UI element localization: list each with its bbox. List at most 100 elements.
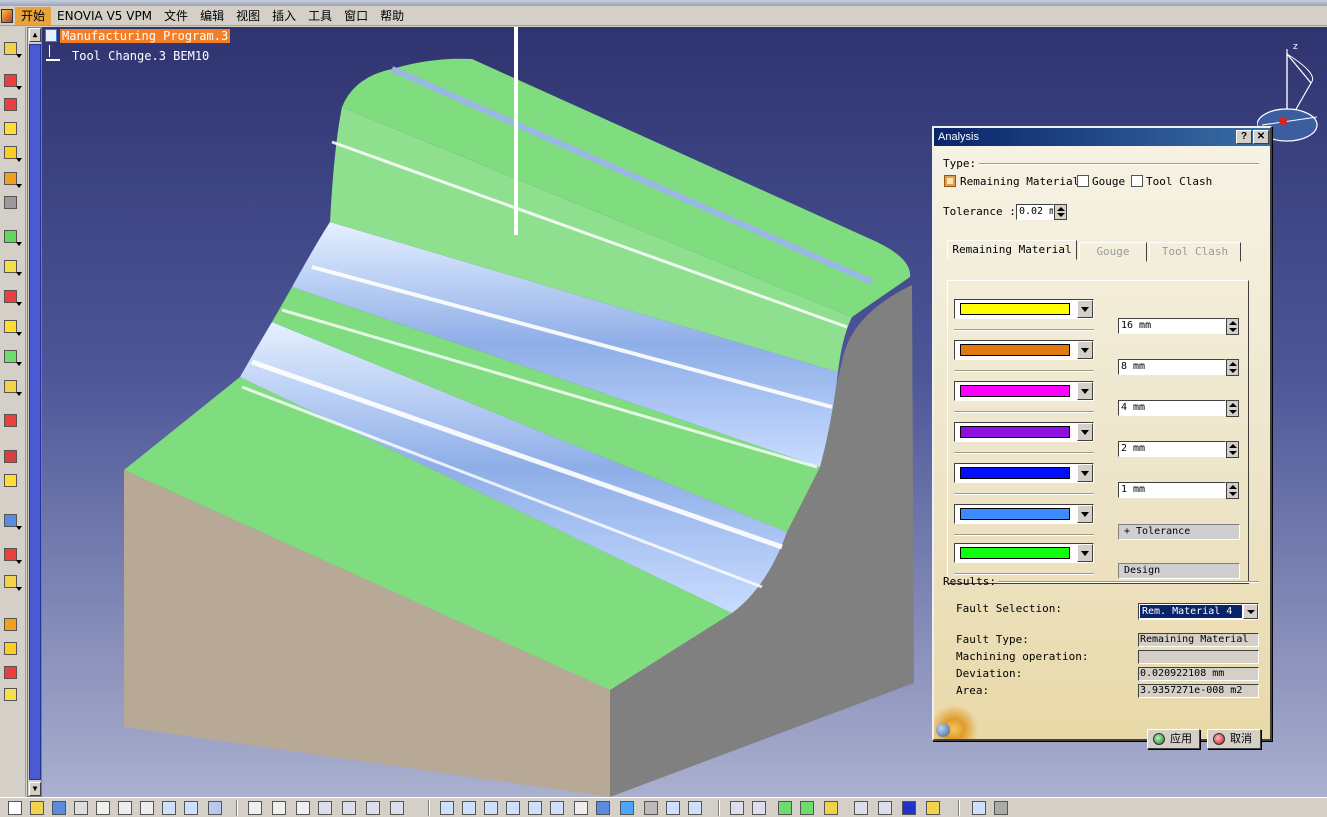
threshold-4-field[interactable]: 2 mm [1118,441,1240,458]
threshold-5-field[interactable]: 1 mm [1118,482,1240,499]
threshold-4-input[interactable]: 2 mm [1118,441,1226,457]
scrollbar-thumb[interactable] [29,44,41,780]
open-icon[interactable] [30,801,44,815]
scroll-up-icon[interactable]: ▲ [29,28,41,42]
pan-icon[interactable] [484,801,498,815]
mfg-view-icon[interactable] [800,801,814,815]
product-icon[interactable] [824,801,838,815]
redo-icon[interactable] [184,801,198,815]
gouge-checkbox[interactable] [1077,175,1089,187]
transition-icon[interactable] [1,447,23,467]
color-combo-6[interactable] [954,504,1094,524]
rotate-icon[interactable] [506,801,520,815]
new-icon[interactable] [8,801,22,815]
simulation-icon[interactable] [1,572,23,592]
pencil-icon[interactable] [1,257,23,277]
isoparametric-icon[interactable] [1,317,23,337]
photo-icon[interactable] [926,801,940,815]
contour-icon[interactable] [1,227,23,247]
chevron-down-icon[interactable] [1243,604,1258,619]
threshold-1-spinner[interactable] [1226,318,1239,335]
color-combo-1[interactable] [954,299,1094,319]
select-tool-icon[interactable] [1,39,23,59]
zlevel-icon[interactable] [1,193,23,213]
vertical-scrollbar[interactable]: ▲ ▼ [27,27,42,797]
chevron-down-icon[interactable] [1077,464,1093,482]
copy-transform-icon[interactable] [1,471,23,491]
compute-icon[interactable] [778,801,792,815]
chevron-down-icon[interactable] [1077,423,1093,441]
threshold-3-field[interactable]: 4 mm [1118,400,1240,417]
search-icon[interactable] [366,801,380,815]
tree-root-label[interactable]: Manufacturing Program.3 [60,29,231,43]
close-button[interactable]: ✕ [1253,130,1269,144]
iso-view-icon[interactable] [620,801,634,815]
tool-path-icon[interactable] [1,545,23,565]
cancel-button[interactable]: 取消 [1207,729,1261,749]
remove-icon[interactable] [854,801,868,815]
menu-view[interactable]: 视图 [230,7,266,25]
tolerance-input[interactable]: 0.02 mm [1016,204,1054,220]
nc-output-icon[interactable] [1,615,23,635]
swap-visible-icon[interactable] [688,801,702,815]
chevron-down-icon[interactable] [1077,544,1093,562]
threshold-4-spinner[interactable] [1226,441,1239,458]
fly-mode-icon[interactable] [440,801,454,815]
remaining-material-checkbox[interactable] [944,175,956,187]
settings-icon[interactable] [994,801,1008,815]
lock-icon[interactable] [296,801,310,815]
tree-root-node[interactable]: Manufacturing Program.3 [45,29,231,43]
threshold-3-spinner[interactable] [1226,400,1239,417]
tree-child-label[interactable]: Tool Change.3 BEM10 [72,49,209,63]
threshold-1-field[interactable]: 16 mm [1118,318,1240,335]
fit-all-icon[interactable] [462,801,476,815]
threshold-5-input[interactable]: 1 mm [1118,482,1226,498]
workbench-icon[interactable] [972,801,986,815]
tab-remaining-material[interactable]: Remaining Material [947,240,1077,260]
paste-icon[interactable] [140,801,154,815]
threshold-2-input[interactable]: 8 mm [1118,359,1226,375]
tool-clash-checkbox[interactable] [1131,175,1143,187]
scroll-down-icon[interactable]: ▼ [29,782,41,796]
menu-help[interactable]: 帮助 [374,7,410,25]
formula-icon[interactable] [248,801,262,815]
video-icon[interactable] [752,801,766,815]
table-icon[interactable] [318,801,332,815]
zoom-out-icon[interactable] [550,801,564,815]
feature-icon[interactable] [1,411,23,431]
threshold-2-spinner[interactable] [1226,359,1239,376]
chevron-down-icon[interactable] [1077,505,1093,523]
nc-code-icon[interactable] [1,663,23,683]
menu-enovia[interactable]: ENOVIA V5 VPM [51,7,158,25]
whats-this-icon[interactable] [208,801,222,815]
geometry-zone-icon[interactable] [1,377,23,397]
color-combo-5[interactable] [954,463,1094,483]
chevron-down-icon[interactable] [1077,382,1093,400]
menu-file[interactable]: 文件 [158,7,194,25]
copy-icon[interactable] [118,801,132,815]
machining-op-icon[interactable] [1,71,23,91]
fault-selection-dropdown[interactable]: Rem. Material 4 [1138,603,1259,620]
hide-show-icon[interactable] [666,801,680,815]
color-combo-7[interactable] [954,543,1094,563]
menu-insert[interactable]: 插入 [266,7,302,25]
tab-gouge[interactable]: Gouge [1079,242,1147,262]
tree-child-node[interactable]: Tool Change.3 BEM10 [46,49,209,63]
part-operation-icon[interactable] [1,119,23,139]
analysis-icon[interactable] [1,511,23,531]
cut-icon[interactable] [96,801,110,815]
threshold-5-spinner[interactable] [1226,482,1239,499]
chevron-down-icon[interactable] [1077,300,1093,318]
normal-view-icon[interactable] [574,801,588,815]
menu-start[interactable]: 开始 [15,6,52,25]
tool-icon[interactable] [1,95,23,115]
threshold-2-field[interactable]: 8 mm [1118,359,1240,376]
print-icon[interactable] [74,801,88,815]
chevron-down-icon[interactable] [1077,341,1093,359]
menu-window[interactable]: 窗口 [338,7,374,25]
zoom-in-icon[interactable] [528,801,542,815]
sweeping-icon[interactable] [1,169,23,189]
apply-button[interactable]: 应用 [1147,729,1200,749]
menu-tools[interactable]: 工具 [302,7,338,25]
shading-icon[interactable] [644,801,658,815]
